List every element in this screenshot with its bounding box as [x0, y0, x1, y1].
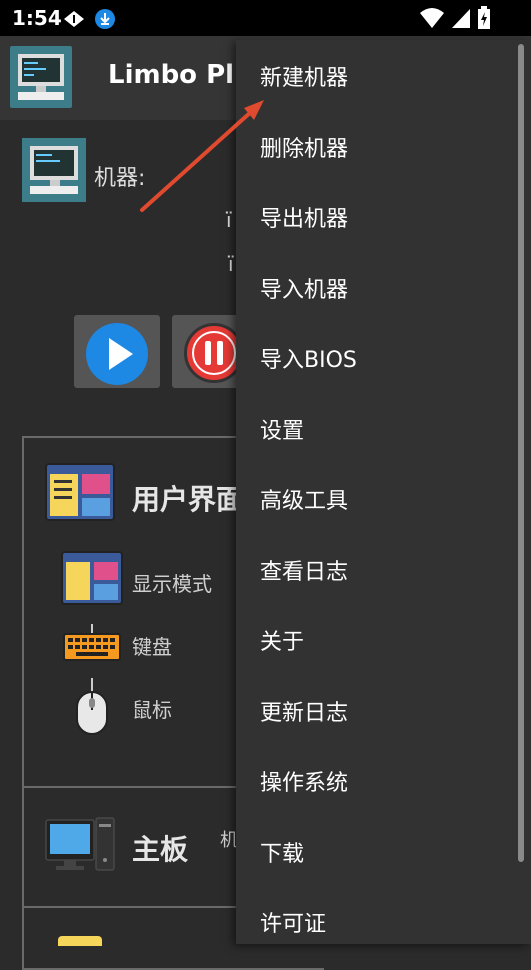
- menu-item-changelog[interactable]: 更新日志: [236, 675, 516, 745]
- display-mode-item[interactable]: 显示模式: [132, 568, 212, 597]
- menu-item-settings[interactable]: 设置: [236, 393, 516, 463]
- menu-item-license[interactable]: 许可证: [236, 886, 516, 956]
- display-mode-icon: [60, 550, 124, 606]
- ui-section-title: 用户界面: [132, 483, 245, 516]
- status-time: 1:54: [12, 6, 62, 30]
- menu-item-delete-machine[interactable]: 删除机器: [236, 111, 516, 181]
- menu-item-import-machine[interactable]: 导入机器: [236, 252, 516, 322]
- play-icon: [86, 323, 148, 385]
- cell-signal-icon: [452, 9, 470, 28]
- menu-item-view-log[interactable]: 查看日志: [236, 534, 516, 604]
- start-button[interactable]: [74, 315, 160, 388]
- menu-item-import-bios[interactable]: 导入BIOS: [236, 322, 516, 392]
- app-logo-icon: [10, 46, 72, 108]
- board-section-title: 主板: [132, 833, 189, 866]
- signal-arrow-icon: [64, 11, 84, 27]
- status-bar: 1:54: [0, 0, 531, 36]
- menu-scrollbar[interactable]: [518, 44, 524, 862]
- keyboard-icon: [62, 622, 122, 662]
- machine-label: 机器:: [94, 166, 146, 191]
- menu-item-download[interactable]: 下载: [236, 816, 516, 886]
- mouse-item[interactable]: 鼠标: [132, 694, 172, 723]
- menu-item-advanced-tools[interactable]: 高级工具: [236, 463, 516, 533]
- computer-icon: [44, 814, 116, 874]
- folder-icon: [58, 936, 102, 946]
- overflow-menu: 新建机器 删除机器 导出机器 导入机器 导入BIOS 设置 高级工具 查看日志 …: [236, 40, 531, 944]
- menu-item-about[interactable]: 关于: [236, 604, 516, 674]
- battery-icon: [478, 6, 490, 29]
- keyboard-item[interactable]: 键盘: [132, 631, 172, 660]
- pause-icon: [184, 323, 244, 383]
- machine-logo-icon: [22, 138, 86, 202]
- ui-section-icon: [44, 462, 116, 522]
- mouse-icon: [74, 676, 110, 736]
- app-title: Limbo Plu: [108, 60, 253, 90]
- machine-value-fragment: ï: [228, 252, 234, 276]
- machine-value-fragment: ï: [226, 208, 232, 232]
- download-icon: [95, 9, 115, 29]
- menu-item-os[interactable]: 操作系统: [236, 745, 516, 815]
- menu-item-export-machine[interactable]: 导出机器: [236, 181, 516, 251]
- wifi-icon: [420, 8, 444, 28]
- menu-item-new-machine[interactable]: 新建机器: [236, 40, 516, 110]
